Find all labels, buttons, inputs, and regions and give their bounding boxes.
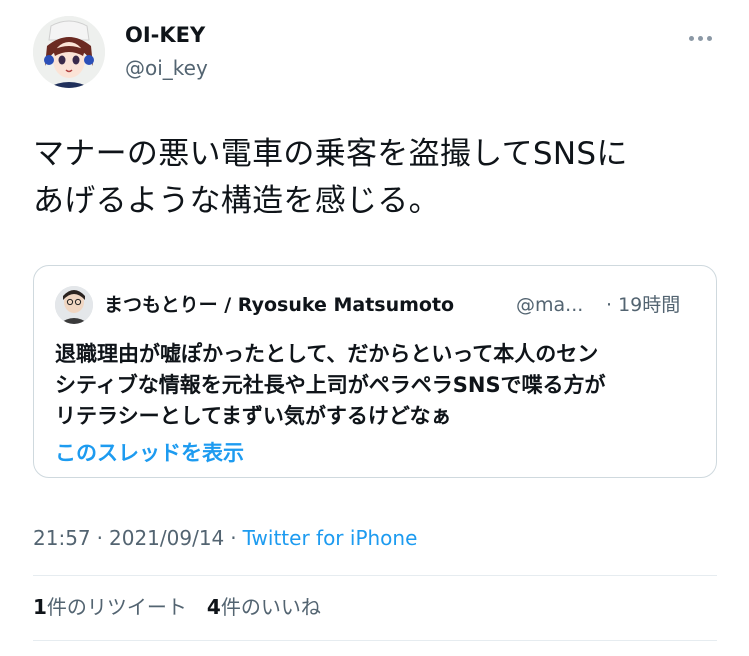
quoted-author-avatar: [55, 286, 93, 324]
quoted-tweet-card[interactable]: まつもとりー / Ryosuke Matsumoto @ma... · 19時間…: [33, 265, 717, 478]
quoted-text-line: シティブな情報を元社長や上司がペラペラSNSで喋る方が: [55, 373, 606, 397]
author-handle[interactable]: @oi_key: [125, 55, 208, 81]
show-thread-link[interactable]: このスレッドを表示: [55, 439, 244, 467]
tweet-time[interactable]: 21:57: [33, 526, 91, 550]
tweet-text-line: マナーの悪い電車の乗客を盗撮してSNSに: [33, 136, 628, 172]
quoted-tweet-time: · 19時間: [606, 294, 681, 316]
retweets-count: 1: [33, 595, 47, 619]
quoted-author-name: まつもとりー / Ryosuke Matsumoto: [104, 294, 455, 316]
more-dots-icon: [688, 35, 694, 41]
divider: [33, 575, 717, 576]
more-options-button[interactable]: [680, 26, 720, 50]
author-name[interactable]: OI-KEY: [125, 22, 205, 48]
quoted-tweet-text: 退職理由が嘘ぽかったとして、だからといって本人のセン シティブな情報を元社長や上…: [55, 339, 606, 432]
likes-stat[interactable]: 4件のいいね: [207, 595, 321, 619]
tweet-source-link[interactable]: Twitter for iPhone: [243, 526, 418, 550]
quoted-author-handle: @ma...: [516, 294, 584, 316]
meta-separator: ·: [230, 526, 237, 550]
tweet-text: マナーの悪い電車の乗客を盗撮してSNSに あげるような構造を感じる。: [33, 131, 723, 225]
tweet-meta: 21:57 · 2021/09/14 · Twitter for iPhone: [33, 524, 417, 552]
tweet-stats: 1件のリツイート 4件のいいね: [33, 593, 321, 621]
quoted-avatar-photo: [55, 286, 93, 324]
more-dots-icon: [706, 35, 712, 41]
tweet-text-line: あげるような構造を感じる。: [33, 183, 440, 219]
likes-label: 件のいいね: [220, 595, 321, 619]
more-dots-icon: [697, 35, 703, 41]
retweets-label: 件のリツイート: [46, 595, 187, 619]
author-avatar[interactable]: [33, 16, 105, 88]
divider: [33, 640, 717, 641]
tweet-date[interactable]: 2021/09/14: [109, 526, 224, 550]
avatar-illustration: [33, 16, 105, 88]
quoted-text-line: リテラシーとしてまずい気がするけどなぁ: [55, 404, 452, 428]
likes-count: 4: [206, 595, 221, 619]
meta-separator: ·: [96, 526, 103, 550]
quoted-text-line: 退職理由が嘘ぽかったとして、だからといって本人のセン: [55, 342, 599, 366]
retweets-stat[interactable]: 1件のリツイート: [33, 595, 187, 619]
